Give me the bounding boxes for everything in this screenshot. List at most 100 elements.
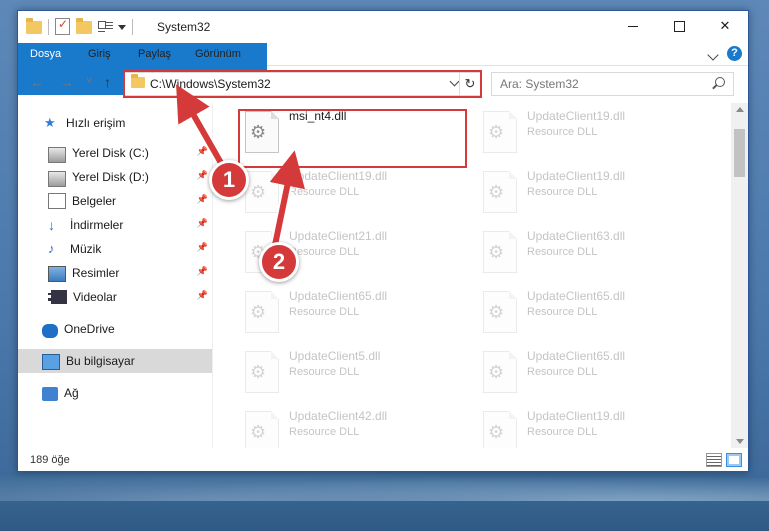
back-button[interactable]: ← — [30, 74, 44, 90]
step-1-marker: 1 — [209, 160, 249, 200]
sidebar-item[interactable]: ★ Hızlı erişim — [18, 111, 212, 135]
file-name: UpdateClient21.dll — [289, 229, 388, 243]
sidebar-item-label: Müzik — [70, 242, 102, 256]
large-icons-view-icon[interactable] — [726, 453, 742, 467]
dll-file-icon — [483, 231, 517, 273]
navigation-bar: ← → ˅ ↑ C:\Windows\System32 ↻ Ara: Syste… — [18, 69, 748, 98]
documents-icon — [48, 193, 66, 209]
file-type: Resource DLL — [289, 306, 360, 318]
title-bar: System32 ✕ — [18, 11, 748, 43]
music-icon: ♪ — [48, 241, 55, 256]
forward-button[interactable]: → — [60, 74, 74, 90]
scroll-down-arrow-icon[interactable] — [736, 439, 744, 444]
sidebar-item[interactable]: Videolar 📌 — [18, 285, 212, 309]
file-type: Resource DLL — [289, 426, 360, 438]
search-icon[interactable] — [715, 77, 725, 87]
properties-check-icon[interactable] — [55, 17, 70, 35]
videos-icon — [48, 290, 67, 304]
sidebar-item[interactable]: Yerel Disk (D:) 📌 — [18, 165, 212, 189]
view-buttons — [706, 453, 742, 467]
new-folder-icon[interactable] — [76, 18, 92, 34]
sidebar-item[interactable]: Belgeler 📌 — [18, 189, 212, 213]
pin-icon[interactable]: 📌 — [197, 218, 208, 229]
pin-icon[interactable]: 📌 — [197, 146, 208, 157]
sidebar-item-label: OneDrive — [64, 322, 115, 336]
recent-locations-button[interactable]: ˅ — [86, 75, 92, 87]
sidebar-item-label: Videolar — [73, 290, 117, 304]
tab-home[interactable]: Giriş — [76, 43, 123, 65]
help-icon[interactable]: ? — [727, 46, 742, 61]
file-name: UpdateClient65.dll — [527, 289, 626, 303]
file-item[interactable]: UpdateClient19.dll Resource DLL — [478, 107, 703, 159]
tab-view[interactable]: Görünüm — [183, 43, 253, 65]
close-button[interactable]: ✕ — [702, 11, 748, 41]
sidebar-item[interactable]: Resimler 📌 — [18, 261, 212, 285]
maximize-button[interactable] — [656, 11, 702, 41]
scrollbar-thumb[interactable] — [734, 129, 745, 177]
file-item[interactable]: UpdateClient19.dll Resource DLL — [478, 407, 703, 448]
drive-icon — [48, 170, 66, 187]
vertical-scrollbar[interactable] — [731, 103, 748, 448]
sidebar-item[interactable]: ↓ İndirmeler 📌 — [18, 213, 212, 237]
sidebar-item-label: Belgeler — [72, 194, 117, 208]
file-name: UpdateClient19.dll — [527, 109, 626, 123]
toolbar-divider — [48, 18, 49, 35]
file-name: UpdateClient19.dll — [527, 169, 626, 183]
file-name: UpdateClient19.dll — [289, 169, 388, 183]
pin-icon[interactable]: 📌 — [197, 290, 208, 301]
minimize-button[interactable] — [610, 11, 656, 41]
sidebar-item[interactable]: Yerel Disk (C:) 📌 — [18, 141, 212, 165]
file-text: UpdateClient63.dll Resource DLL — [527, 227, 625, 279]
expand-ribbon-chevron-icon[interactable] — [707, 49, 719, 61]
sidebar-item-label: Ağ — [64, 386, 79, 400]
pin-icon[interactable]: 📌 — [197, 194, 208, 205]
sidebar-item[interactable]: ♪ Müzik 📌 — [18, 237, 212, 261]
ribbon-right-controls: ? — [707, 46, 742, 61]
details-view-icon[interactable] — [706, 453, 722, 467]
file-item[interactable]: UpdateClient65.dll Resource DLL — [240, 287, 465, 339]
scroll-up-arrow-icon[interactable] — [736, 107, 744, 112]
network-icon — [42, 386, 58, 401]
item-count: 189 öğe — [30, 454, 70, 466]
file-name: UpdateClient63.dll — [527, 229, 626, 243]
sidebar-item-label: Bu bilgisayar — [66, 354, 135, 368]
file-type: Resource DLL — [527, 426, 598, 438]
close-icon: ✕ — [719, 18, 731, 33]
pin-icon[interactable]: 📌 — [197, 266, 208, 277]
pictures-icon — [48, 266, 66, 282]
sidebar-item[interactable]: OneDrive — [18, 317, 212, 341]
file-type: Resource DLL — [527, 306, 598, 318]
file-name: UpdateClient19.dll — [527, 409, 626, 423]
tab-share[interactable]: Paylaş — [126, 43, 183, 65]
search-box[interactable]: Ara: System32 — [491, 72, 734, 96]
customize-toolbar-chevron-icon[interactable] — [118, 25, 126, 30]
file-item[interactable]: UpdateClient19.dll Resource DLL — [478, 167, 703, 219]
properties-icon[interactable] — [98, 20, 113, 34]
file-text: UpdateClient65.dll Resource DLL — [527, 287, 625, 339]
desktop-background — [0, 471, 769, 531]
file-text: UpdateClient19.dll Resource DLL — [527, 167, 625, 219]
file-item[interactable]: UpdateClient65.dll Resource DLL — [478, 347, 703, 399]
up-button[interactable]: ↑ — [104, 74, 111, 90]
dll-file-icon — [483, 411, 517, 448]
file-item[interactable]: UpdateClient65.dll Resource DLL — [478, 287, 703, 339]
drive-icon — [48, 146, 66, 163]
sidebar-item[interactable]: Bu bilgisayar — [18, 349, 212, 373]
computer-icon — [42, 353, 60, 370]
file-item[interactable]: UpdateClient19.dll Resource DLL — [240, 167, 465, 219]
file-explorer-window: System32 ✕ Dosya Giriş Paylaş Görünüm ? … — [17, 10, 749, 472]
quick-access-toolbar — [26, 17, 133, 35]
dll-file-icon — [245, 411, 279, 448]
file-item[interactable]: UpdateClient63.dll Resource DLL — [478, 227, 703, 279]
downloads-icon: ↓ — [48, 217, 55, 233]
ribbon-tabs: Dosya Giriş Paylaş Görünüm ? — [18, 43, 748, 95]
sidebar-item[interactable]: Ağ — [18, 381, 212, 405]
file-item[interactable]: UpdateClient42.dll Resource DLL — [240, 407, 465, 448]
file-item[interactable]: UpdateClient5.dll Resource DLL — [240, 347, 465, 399]
file-text: UpdateClient65.dll Resource DLL — [527, 347, 625, 399]
toolbar-divider — [132, 18, 133, 35]
pin-icon[interactable]: 📌 — [197, 242, 208, 253]
star-icon: ★ — [44, 115, 56, 130]
pin-icon[interactable]: 📌 — [197, 170, 208, 181]
dll-file-icon — [483, 171, 517, 213]
